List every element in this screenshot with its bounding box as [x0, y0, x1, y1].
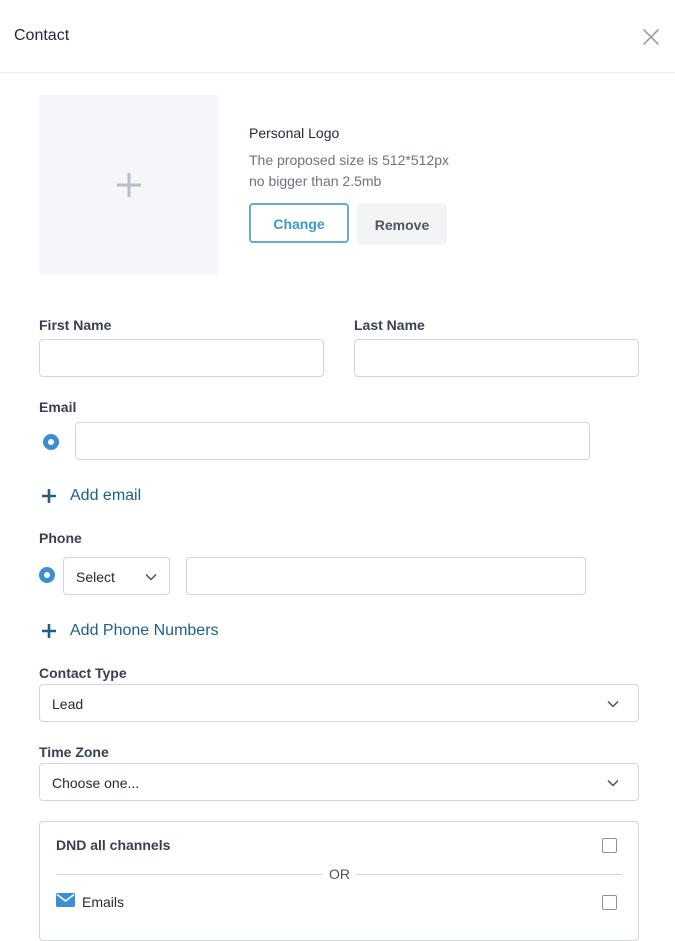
phone-input[interactable]: [186, 557, 586, 595]
logo-limit-hint: no bigger than 2.5mb: [249, 173, 382, 189]
dnd-panel: DND all channels OR Emails: [39, 821, 639, 941]
dnd-emails-checkbox[interactable]: [602, 895, 617, 910]
phone-label: Phone: [39, 530, 82, 546]
plus-icon: [42, 489, 56, 503]
or-divider: OR: [56, 866, 622, 882]
modal-header: Contact: [0, 0, 675, 73]
logo-upload-area[interactable]: [39, 95, 219, 274]
or-label: OR: [329, 866, 350, 882]
phone-country-select[interactable]: Select: [63, 557, 170, 595]
phone-country-value: Select: [76, 569, 115, 585]
chevron-down-icon: [607, 779, 619, 787]
dnd-all-channels-checkbox[interactable]: [602, 838, 617, 853]
contact-type-label: Contact Type: [39, 665, 127, 681]
email-input[interactable]: [75, 422, 590, 460]
mail-icon: [56, 893, 75, 907]
logo-size-hint: The proposed size is 512*512px: [249, 152, 450, 168]
close-icon: [643, 29, 659, 45]
last-name-label: Last Name: [354, 317, 425, 333]
first-name-label: First Name: [39, 317, 112, 333]
modal-title: Contact: [14, 27, 70, 44]
email-label: Email: [39, 399, 77, 415]
dnd-emails-label: Emails: [82, 894, 125, 910]
contact-type-select[interactable]: Lead: [39, 684, 639, 722]
first-name-input[interactable]: [39, 339, 324, 377]
add-phone-link[interactable]: Add Phone Numbers: [42, 622, 219, 640]
contact-type-value: Lead: [52, 696, 84, 712]
email-primary-radio[interactable]: [43, 434, 59, 450]
time-zone-label: Time Zone: [39, 744, 109, 760]
divider-line: [56, 874, 322, 875]
divider-line: [356, 874, 622, 875]
plus-icon: [117, 173, 141, 197]
add-email-label: Add email: [70, 487, 142, 504]
last-name-input[interactable]: [354, 339, 639, 377]
remove-logo-button[interactable]: Remove: [357, 203, 447, 245]
chevron-down-icon: [607, 700, 619, 708]
time-zone-select[interactable]: Choose one...: [39, 763, 639, 801]
plus-icon: [42, 624, 56, 638]
add-email-link[interactable]: Add email: [42, 487, 141, 505]
dnd-all-channels-label: DND all channels: [56, 837, 171, 853]
chevron-down-icon: [145, 573, 157, 581]
add-phone-label: Add Phone Numbers: [70, 622, 219, 639]
phone-primary-radio[interactable]: [39, 567, 55, 583]
logo-title: Personal Logo: [249, 125, 340, 141]
change-logo-button[interactable]: Change: [249, 203, 349, 243]
close-button[interactable]: [640, 26, 662, 48]
time-zone-value: Choose one...: [52, 775, 140, 791]
